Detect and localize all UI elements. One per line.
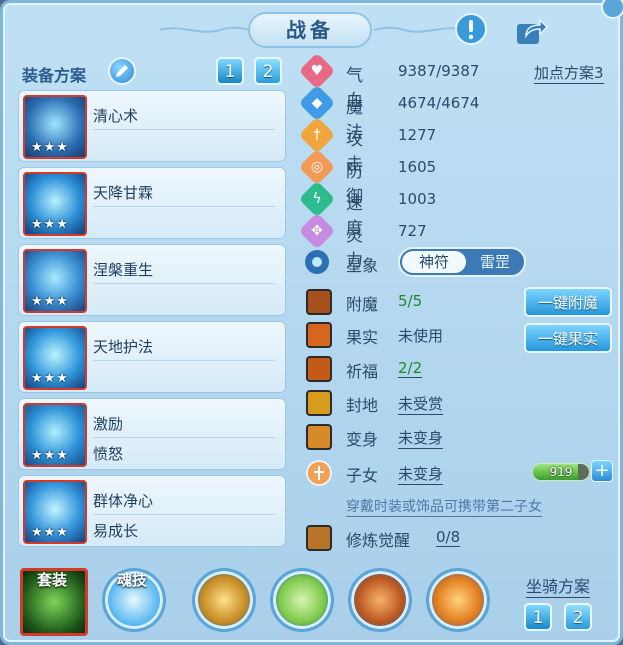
fruit-value: 未使用: [398, 327, 444, 345]
fruit-icon: [306, 322, 332, 348]
fruit-label: 果实: [346, 328, 379, 347]
toggle-option-shenfu[interactable]: 神符: [402, 251, 466, 273]
equip-scheme-label: 装备方案: [22, 66, 87, 85]
fief-label: 封地: [346, 396, 379, 415]
enchant-icon: [306, 289, 332, 315]
cultivation-value[interactable]: 0/8: [436, 528, 461, 547]
gear-slot-2[interactable]: [270, 568, 334, 632]
skill-name-secondary: 易成长: [93, 522, 139, 540]
enchant-value: 5/5: [398, 292, 423, 310]
star-sign-icon: [305, 250, 329, 274]
enchant-label: 附魔: [346, 295, 379, 314]
one-click-enchant-button[interactable]: 一键附魔: [524, 287, 612, 317]
second-child-hint[interactable]: 穿戴时装或饰品可携带第二子女: [346, 496, 542, 517]
fief-icon: [306, 390, 332, 416]
suit-label: 套装: [37, 571, 68, 589]
gear-slot-3[interactable]: [348, 568, 412, 632]
mount-scheme-label: 坐骑方案: [526, 573, 591, 598]
xingxiang-toggle[interactable]: 神符 雷罡: [398, 247, 526, 277]
skill-item[interactable]: ★★★ 天降甘霖: [18, 167, 286, 239]
one-click-fruit-button[interactable]: 一键果实: [524, 323, 612, 353]
skill-item[interactable]: ★★★ 天地护法: [18, 321, 286, 393]
cultivation-label: 修炼觉醒: [346, 531, 411, 550]
cultivation-icon: [306, 525, 332, 551]
skill-item[interactable]: ★★★ 群体净心 易成长: [18, 475, 286, 547]
title-ornament-right: [374, 26, 464, 33]
skill-name-secondary: 愤怒: [93, 445, 124, 463]
divider: [93, 514, 275, 515]
skill-name: 天地护法: [93, 338, 154, 356]
close-icon[interactable]: [600, 0, 623, 20]
skill-name: 群体净心: [93, 492, 154, 510]
plus-scheme-link[interactable]: 加点方案3: [534, 62, 604, 84]
child-value[interactable]: 未变身: [398, 463, 444, 485]
skill-icon-niepan: ★★★: [23, 249, 87, 313]
skill-icon-tianjiang: ★★★: [23, 172, 87, 236]
child-add-button[interactable]: +: [591, 460, 613, 482]
gear-slot-1[interactable]: [192, 568, 256, 632]
transform-icon: [306, 424, 332, 450]
skill-icon-qunti: ★★★: [23, 480, 87, 544]
divider: [93, 437, 275, 438]
skill-item[interactable]: ★★★ 涅槃重生: [18, 244, 286, 316]
gear-slot-4[interactable]: [426, 568, 490, 632]
blessing-label: 祈福: [346, 362, 379, 381]
suit-slot[interactable]: 套装: [20, 568, 88, 636]
mount-scheme-2-button[interactable]: 2: [564, 603, 592, 631]
share-icon[interactable]: [514, 14, 548, 48]
divider: [93, 283, 275, 284]
divider: [93, 360, 275, 361]
equip-scheme-2-button[interactable]: 2: [254, 57, 282, 85]
transform-value[interactable]: 未变身: [398, 427, 444, 449]
info-icon[interactable]: [454, 12, 488, 46]
pencil-icon: [116, 65, 128, 77]
toggle-option-leigang[interactable]: 雷罡: [466, 251, 524, 273]
skill-icon-tiandi: ★★★: [23, 326, 87, 390]
child-progress-bar: 919: [532, 463, 590, 481]
divider: [93, 206, 275, 207]
skill-list: ★★★ 清心术 ★★★ 天降甘霖 ★★★ 涅槃重生 ★★★ 天地护法 ★★★ 激…: [18, 90, 286, 550]
skill-icon-jili: ★★★: [23, 403, 87, 467]
skill-name: 激励: [93, 415, 124, 433]
soul-skill-label: 魂技: [117, 571, 148, 589]
child-progress-text: 919: [549, 465, 573, 479]
blessing-value[interactable]: 2/2: [398, 359, 423, 378]
skill-name: 天降甘霖: [93, 184, 154, 202]
skill-name: 清心术: [93, 107, 139, 125]
blessing-icon: [306, 356, 332, 382]
skill-item[interactable]: ★★★ 激励 愤怒: [18, 398, 286, 470]
xingxiang-label[interactable]: 星象: [346, 252, 378, 276]
skill-item[interactable]: ★★★ 清心术: [18, 90, 286, 162]
mount-scheme-1-button[interactable]: 1: [524, 603, 552, 631]
edit-scheme-button[interactable]: [108, 57, 136, 85]
page-title: 战备: [248, 12, 372, 48]
bottom-bar: 套装 魂技: [10, 560, 610, 640]
soul-skill-slot[interactable]: 魂技: [102, 568, 166, 632]
equip-scheme-1-button[interactable]: 1: [216, 57, 244, 85]
child-label: 子女: [346, 466, 379, 485]
transform-label: 变身: [346, 430, 379, 449]
fief-value[interactable]: 未受赏: [398, 393, 444, 415]
title-ornament-left: [160, 26, 250, 33]
skill-icon-qingxin: ★★★: [23, 95, 87, 159]
divider: [93, 129, 275, 130]
skill-name: 涅槃重生: [93, 261, 154, 279]
child-icon: [306, 460, 332, 486]
